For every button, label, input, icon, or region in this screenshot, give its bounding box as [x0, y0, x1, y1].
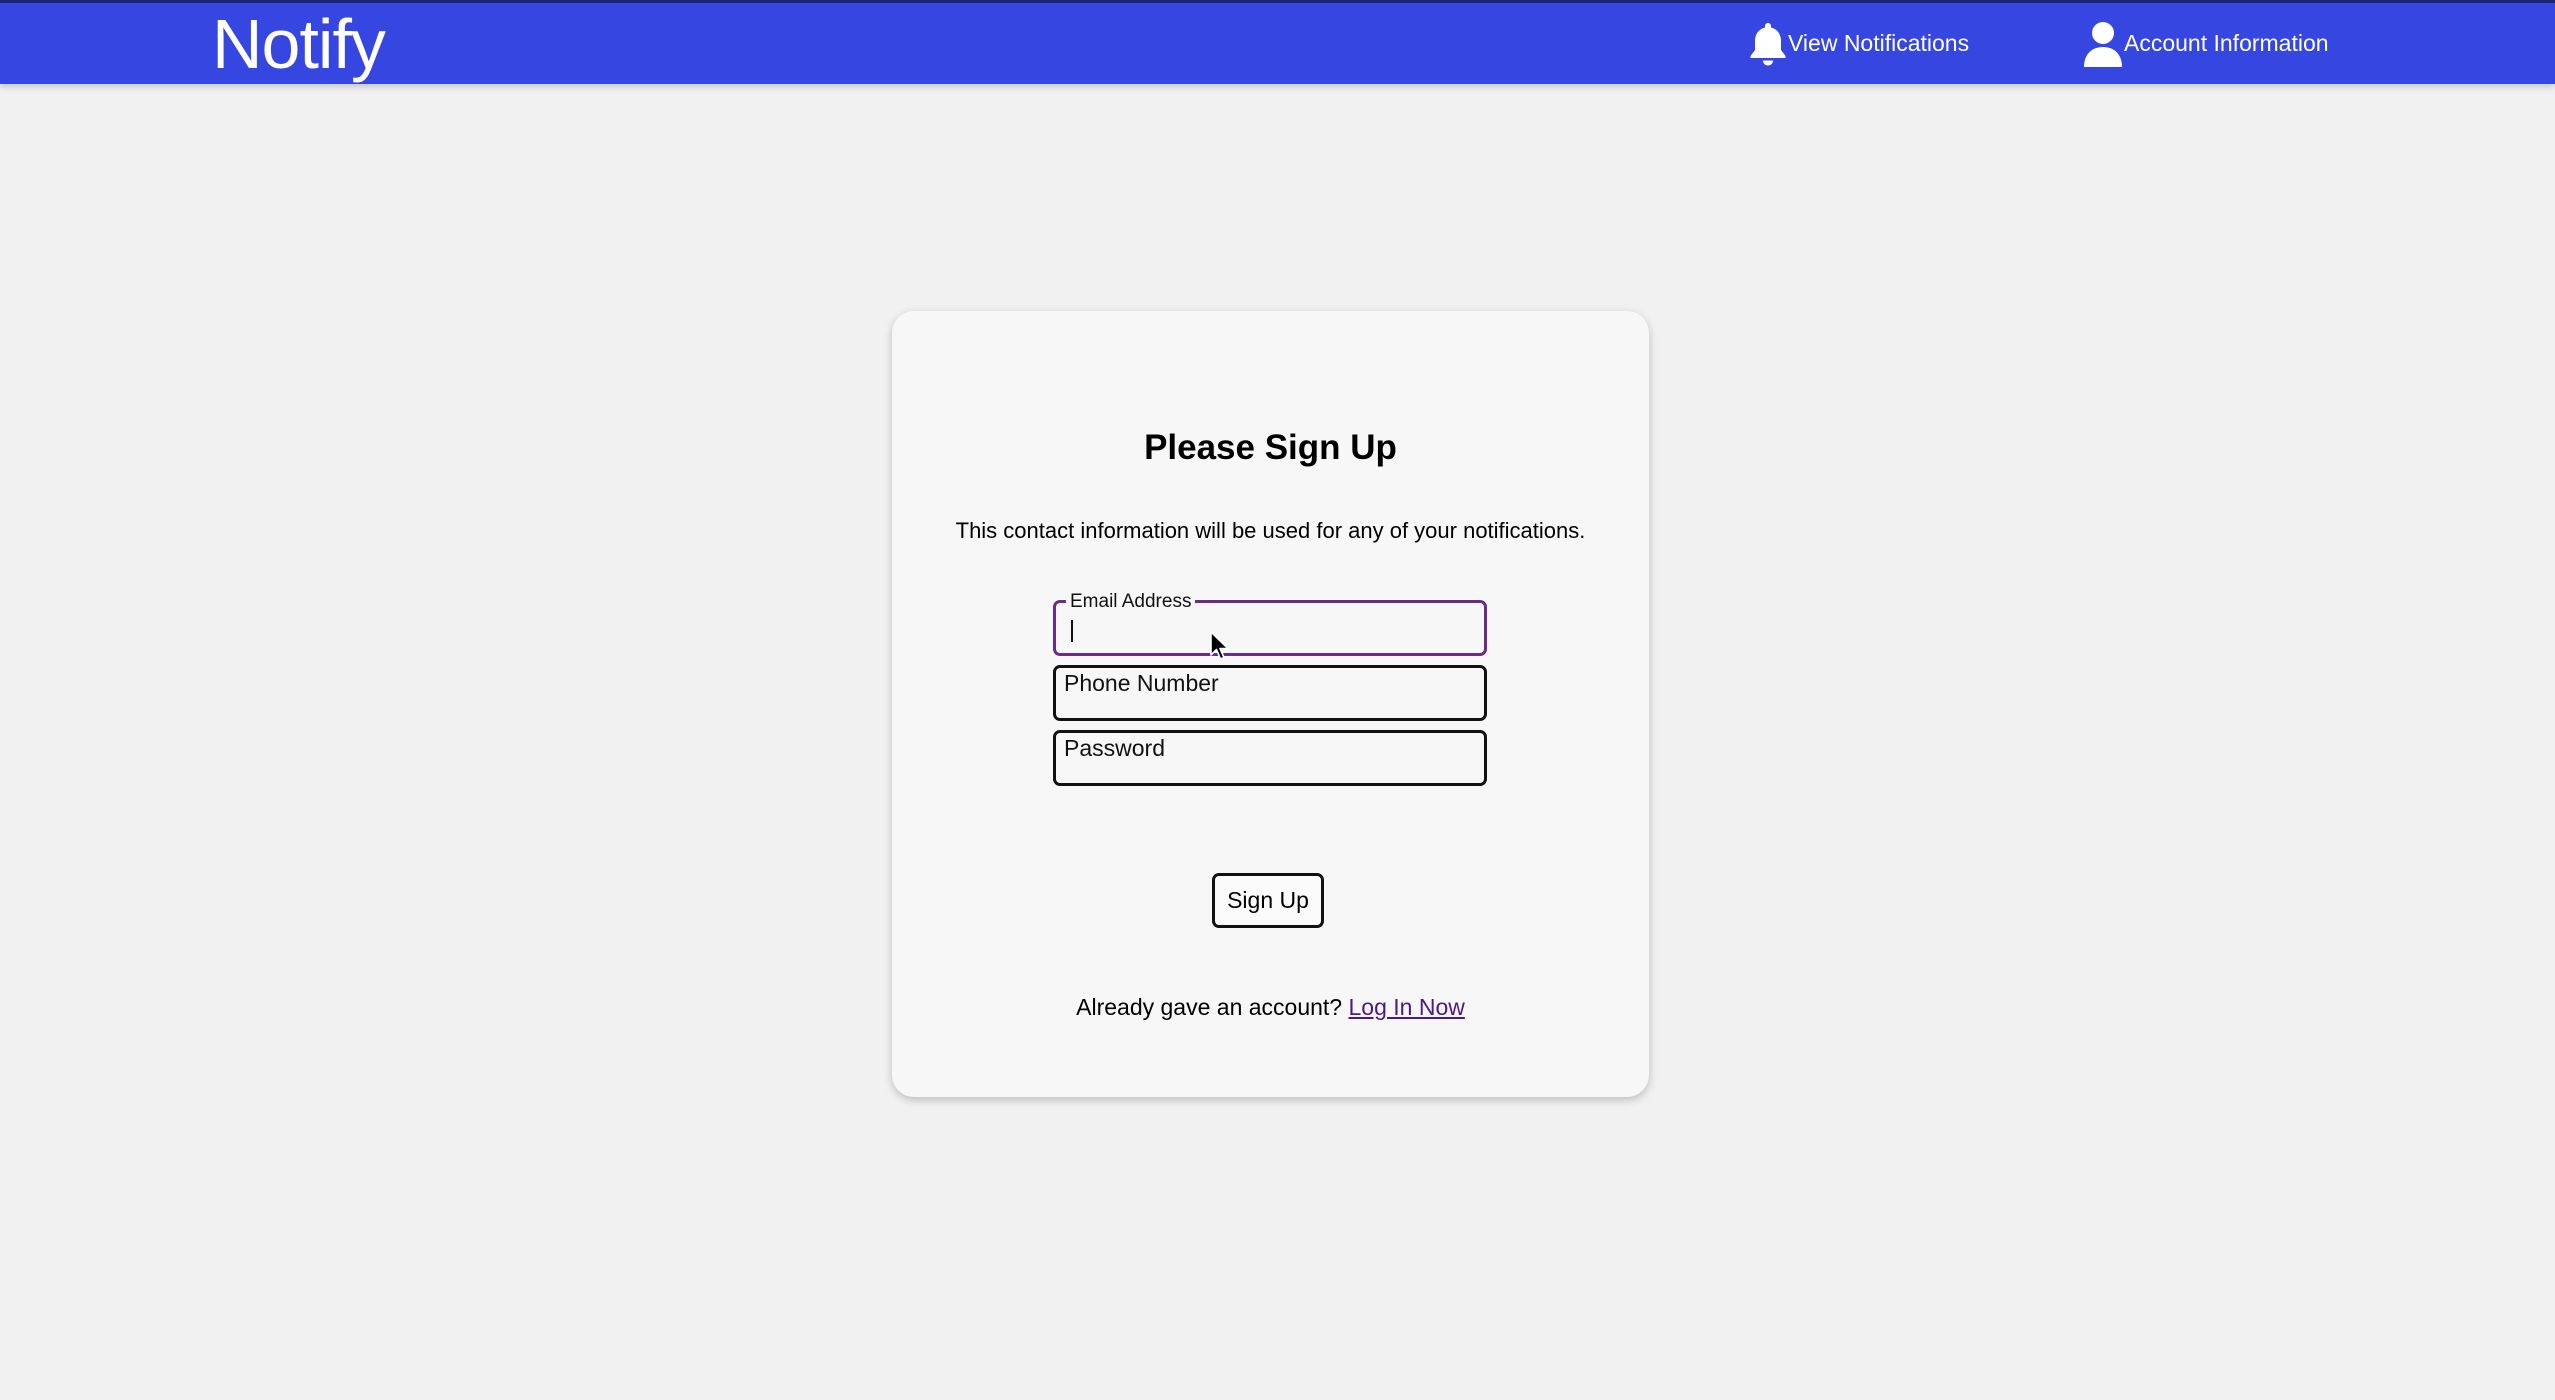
nav-account-information[interactable]: Account Information [2082, 3, 2329, 84]
email-field-label: Email Address [1066, 592, 1196, 612]
mouse-cursor-icon [1209, 630, 1231, 667]
email-field[interactable]: Email Address [1053, 592, 1487, 656]
nav-account-information-label: Account Information [2124, 30, 2329, 56]
login-prompt-line: Already gave an account? Log In Now [892, 994, 1649, 1021]
login-prompt-text: Already gave an account? [1076, 994, 1343, 1020]
signup-title: Please Sign Up [1144, 428, 1397, 467]
nav-view-notifications[interactable]: View Notifications [1748, 3, 1969, 84]
phone-number-input[interactable] [1064, 658, 1474, 708]
log-in-now-link[interactable]: Log In Now [1349, 994, 1465, 1020]
bell-icon [1748, 21, 1788, 67]
password-input[interactable] [1064, 723, 1474, 773]
password-field[interactable] [1053, 723, 1487, 786]
signup-card: Please Sign Up This contact information … [892, 311, 1649, 1097]
signup-subtitle: This contact information will be used fo… [955, 518, 1586, 543]
user-icon [2082, 20, 2124, 68]
email-input[interactable] [1073, 611, 1483, 655]
top-navigation-bar: Notify View Notifications Account Inform… [0, 3, 2555, 84]
sign-up-button[interactable]: Sign Up [1212, 873, 1324, 928]
brand-logo[interactable]: Notify [212, 3, 386, 84]
nav-view-notifications-label: View Notifications [1788, 30, 1970, 56]
phone-number-field[interactable] [1053, 658, 1487, 721]
